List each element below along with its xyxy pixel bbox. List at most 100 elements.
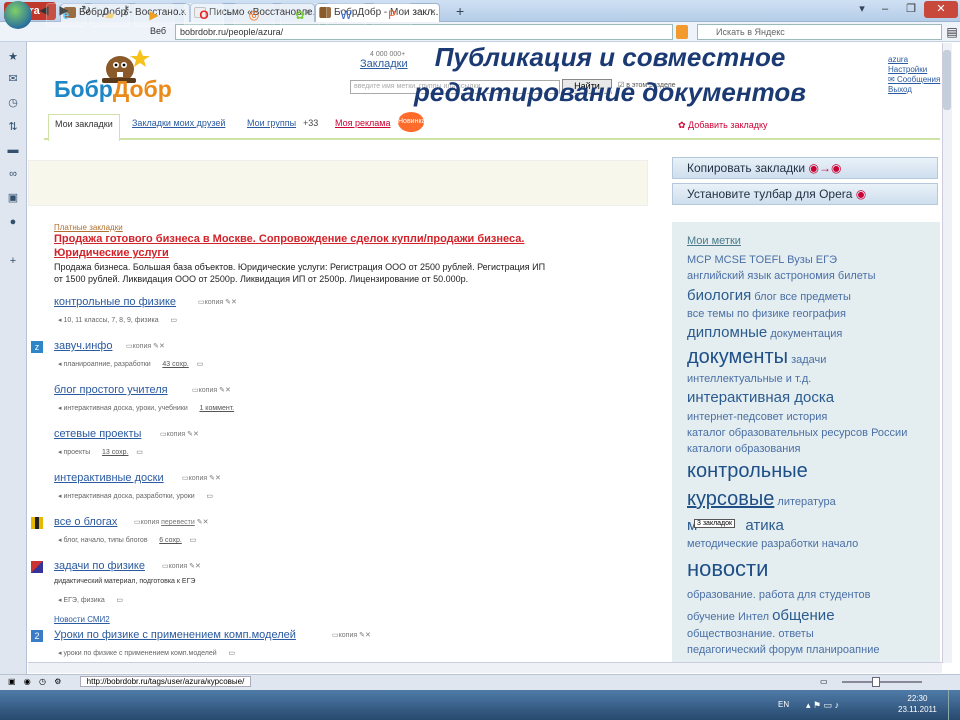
vertical-scrollbar[interactable]: [942, 43, 952, 663]
delete-icon[interactable]: ✕: [203, 519, 209, 526]
tag-link[interactable]: интернет-педсовет история: [687, 411, 827, 423]
close-icon[interactable]: ×: [430, 4, 436, 21]
copy-link[interactable]: копия: [167, 431, 186, 438]
opera-taskbar-icon[interactable]: O: [184, 3, 224, 27]
panel-toggle-icon[interactable]: ▣: [8, 677, 16, 686]
saves-count[interactable]: 43 сохр.: [162, 361, 188, 368]
tag-link[interactable]: интерактивная доска: [687, 389, 834, 406]
install-toolbar-button[interactable]: Установите тулбар для Opera ◉: [672, 183, 938, 205]
tag-link[interactable]: обучение Интел общение: [687, 607, 835, 624]
saves-count[interactable]: 6 сохр.: [159, 537, 182, 544]
close-window-button[interactable]: ✕: [924, 1, 958, 18]
explorer-folder-icon[interactable]: ▰: [90, 3, 130, 27]
zoom-slider-thumb[interactable]: [872, 677, 880, 687]
speed-dial-icon[interactable]: ◉: [24, 677, 31, 686]
ad-title-line-2[interactable]: Юридические услуги: [54, 247, 169, 259]
comment-icon[interactable]: ▭: [170, 317, 177, 324]
comment-icon[interactable]: ▭: [136, 449, 143, 456]
delete-icon[interactable]: ✕: [225, 387, 231, 394]
ad-title-line-1[interactable]: Продажа готового бизнеса в Москве. Сопро…: [54, 233, 524, 245]
comment-icon[interactable]: ▭: [190, 537, 197, 544]
translate-link[interactable]: перевести: [161, 519, 195, 526]
transfers-panel-icon[interactable]: ⇅: [6, 120, 20, 134]
bookmark-actions[interactable]: ▭копия ✎✕: [160, 430, 199, 438]
bookmark-title[interactable]: завуч.инфо: [54, 340, 112, 352]
messenger-taskbar-icon[interactable]: ✿: [280, 3, 320, 27]
links-panel-icon[interactable]: ∞: [6, 167, 20, 181]
tag-link[interactable]: контрольные: [687, 460, 808, 483]
my-tags-title[interactable]: Мои метки: [687, 235, 741, 247]
bookmark-title[interactable]: Уроки по физике с применением комп.модел…: [54, 629, 296, 641]
system-clock[interactable]: 22:30 23.11.2011: [898, 693, 937, 715]
delete-icon[interactable]: ✕: [231, 299, 237, 306]
copy-bookmarks-button[interactable]: Копировать закладки ◉→◉: [672, 157, 938, 179]
bookmark-title[interactable]: все о блогах: [54, 516, 117, 528]
mail-panel-icon[interactable]: ✉: [6, 72, 20, 86]
bookmark-title[interactable]: контрольные по физике: [54, 296, 176, 308]
info-panel-icon[interactable]: ●: [6, 215, 20, 229]
comments-count[interactable]: 1 коммент.: [199, 405, 234, 412]
delete-icon[interactable]: ✕: [195, 563, 201, 570]
new-tab-button[interactable]: +: [456, 3, 464, 19]
start-button[interactable]: [4, 1, 32, 29]
powerpoint-taskbar-icon[interactable]: P: [372, 3, 412, 27]
word-taskbar-icon[interactable]: W: [326, 3, 366, 27]
internet-explorer-icon[interactable]: e: [46, 3, 86, 27]
tag-link[interactable]: каталоги образования: [687, 443, 800, 455]
bookmark-actions[interactable]: ▭копия ✎✕: [162, 562, 201, 570]
delete-icon[interactable]: ✕: [159, 343, 165, 350]
tag-link[interactable]: все темы по физике география: [687, 308, 846, 320]
zoom-slider[interactable]: [842, 681, 922, 683]
tray-icons[interactable]: ▴ ⚑ ▭ ♪: [806, 700, 839, 711]
view-icon[interactable]: ▭: [820, 675, 828, 689]
show-desktop-button[interactable]: [948, 690, 960, 720]
tag-link[interactable]: английский язык астрономия билеты: [687, 270, 875, 282]
bookmark-title[interactable]: интерактивные доски: [54, 472, 164, 484]
bookmark-actions[interactable]: ▭копия ✎✕: [192, 386, 231, 394]
tab-my-bookmarks[interactable]: Мои закладки: [48, 114, 120, 141]
unite-icon[interactable]: ⚙: [54, 677, 61, 686]
widgets-panel-icon[interactable]: ▣: [6, 191, 20, 205]
copy-link[interactable]: копия: [169, 563, 188, 570]
tag-link[interactable]: курсовые литература: [687, 488, 836, 511]
copy-link[interactable]: копия: [199, 387, 218, 394]
rss-icon[interactable]: [676, 25, 688, 39]
tab-friends-bookmarks[interactable]: Закладки моих друзей: [132, 118, 225, 128]
tag-link[interactable]: дипломные документация: [687, 324, 842, 341]
copy-link[interactable]: копия: [189, 475, 208, 482]
comment-icon[interactable]: ▭: [116, 597, 123, 604]
history-panel-icon[interactable]: ◷: [6, 96, 20, 110]
site-logo[interactable]: БобрДобр: [54, 76, 172, 103]
minimize-button[interactable]: –: [872, 1, 898, 18]
add-panel-icon[interactable]: +: [6, 254, 20, 268]
bookmark-actions[interactable]: ▭копия ✎✕: [198, 298, 237, 306]
tag-link[interactable]: биология блог все предметы: [687, 287, 851, 304]
tag-link[interactable]: методические разработки начало: [687, 538, 858, 550]
bookmark-actions[interactable]: ▭копия ✎✕: [126, 342, 165, 350]
comment-icon[interactable]: ▭: [206, 493, 213, 500]
comment-icon[interactable]: ▭: [228, 650, 235, 657]
bookmarks-panel-icon[interactable]: ★: [6, 50, 20, 64]
paid-bookmarks-label[interactable]: Платные закладки: [54, 223, 123, 232]
tag-link[interactable]: документы задачи: [687, 346, 826, 369]
delete-icon[interactable]: ✕: [193, 431, 199, 438]
delete-icon[interactable]: ✕: [215, 475, 221, 482]
tab-list-icon[interactable]: ▾: [853, 1, 871, 18]
tag-link[interactable]: образование. работа для студентов: [687, 589, 871, 601]
bookmark-actions[interactable]: ▭копия ✎✕: [182, 474, 221, 482]
bookmark-actions[interactable]: ▭копия ✎✕: [332, 631, 371, 639]
bookmark-title[interactable]: сетевые проекты: [54, 428, 141, 440]
bookmark-title[interactable]: задачи по физике: [54, 560, 145, 572]
copy-link[interactable]: копия: [141, 519, 160, 526]
tab-my-groups[interactable]: Мои группы: [247, 118, 296, 128]
tag-link[interactable]: каталог образовательных ресурсов России: [687, 427, 907, 439]
bookmark-title[interactable]: блог простого учителя: [54, 384, 168, 396]
language-indicator[interactable]: EN: [778, 700, 789, 709]
tab-my-ads[interactable]: Моя реклама: [335, 118, 390, 128]
tag-link[interactable]: МСР MCSE TOEFL Вузы ЕГЭ: [687, 254, 837, 266]
saves-count[interactable]: 13 сохр.: [102, 449, 128, 456]
add-bookmark-link[interactable]: ✿ Добавить закладку: [678, 120, 768, 131]
delete-icon[interactable]: ✕: [365, 632, 371, 639]
turbo-icon[interactable]: ◷: [39, 677, 46, 686]
copy-link[interactable]: копия: [133, 343, 152, 350]
